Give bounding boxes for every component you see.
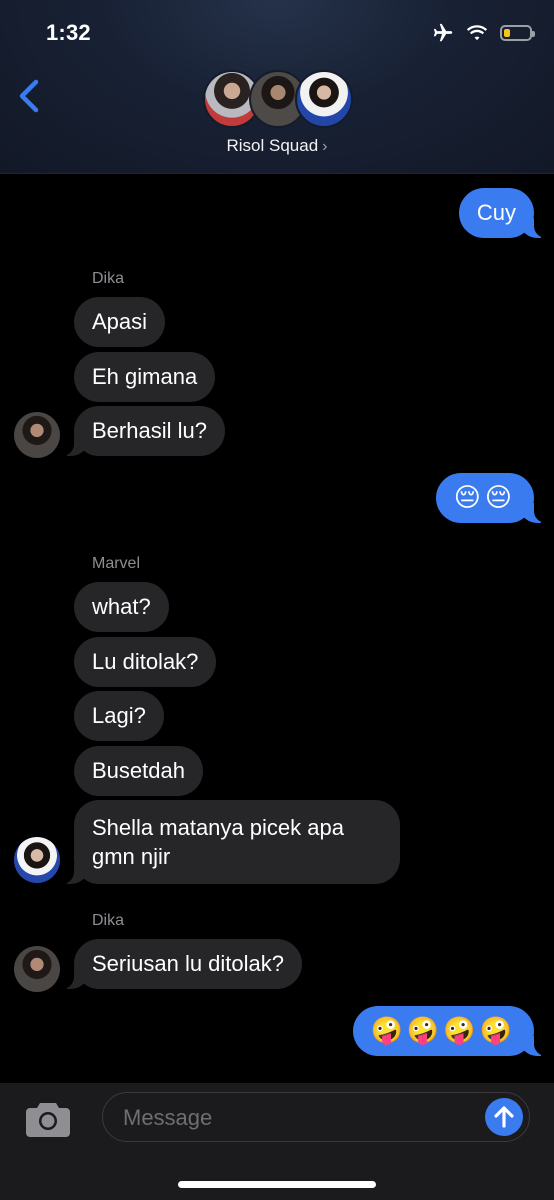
message-bubble-incoming[interactable]: Seriusan lu ditolak?	[47, 939, 303, 989]
status-icons	[432, 22, 535, 44]
avatar-dika[interactable]	[14, 946, 60, 992]
back-chevron-icon[interactable]	[14, 76, 48, 116]
group-avatars[interactable]	[203, 70, 353, 132]
sender-name: Dika	[92, 912, 125, 929]
sender-name: Marvel	[92, 555, 141, 572]
camera-icon[interactable]	[24, 1099, 72, 1139]
wifi-icon	[466, 25, 488, 41]
message-bubble-incoming[interactable]: Berhasil lu?	[48, 406, 225, 456]
avatar-dika[interactable]	[14, 412, 60, 458]
message-bubble-incoming[interactable]: Lu ditolak?	[74, 637, 217, 687]
conversation-header: 1:32 Risol Squad ›	[0, 0, 554, 174]
message-bubble-outgoing[interactable]: 🤪🤪🤪🤪	[352, 1006, 554, 1056]
message-bubble-incoming[interactable]: Eh gimana	[74, 352, 216, 402]
home-indicator[interactable]	[178, 1181, 376, 1188]
message-bubble-incoming[interactable]: Lagi?	[74, 691, 164, 741]
arrow-up-icon	[494, 1106, 514, 1128]
message-bubble-incoming[interactable]: what?	[74, 582, 169, 632]
avatar-marvel[interactable]	[14, 837, 60, 883]
message-input-container[interactable]	[102, 1092, 530, 1142]
message-bubble-incoming[interactable]: Busetdah	[74, 746, 203, 796]
sender-name: Dika	[92, 270, 125, 287]
status-time: 1:32	[46, 20, 91, 45]
chevron-right-icon: ›	[322, 138, 328, 155]
airplane-icon	[433, 23, 453, 42]
message-bubble-incoming[interactable]: Shella matanya picek apa gmn njir	[48, 800, 400, 884]
send-button[interactable]	[485, 1098, 523, 1136]
group-name[interactable]: Risol Squad ›	[0, 136, 554, 156]
message-input[interactable]	[121, 1093, 465, 1142]
message-bubble-outgoing[interactable]: 😔😔	[435, 473, 554, 523]
message-bubble-outgoing[interactable]: Cuy	[458, 188, 554, 238]
group-name-label: Risol Squad	[226, 136, 319, 155]
message-bubble-incoming[interactable]: Apasi	[74, 297, 166, 347]
avatar-member-3	[295, 70, 353, 128]
battery-icon	[500, 25, 535, 41]
